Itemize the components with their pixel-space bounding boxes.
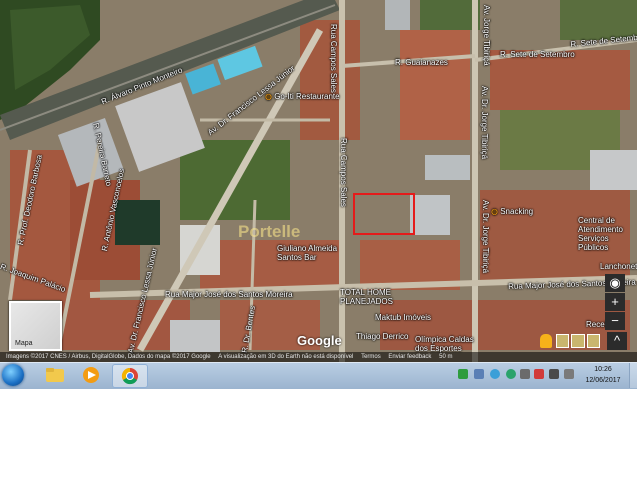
- street-sete-setembro-a: R. Sete de Setembro: [500, 50, 575, 59]
- system-clock[interactable]: 10:26 12/06/2017: [580, 364, 626, 386]
- watermark-logo: Portelle: [238, 222, 301, 241]
- compass-icon: ◉: [609, 275, 621, 290]
- start-button[interactable]: [2, 364, 24, 386]
- screen: { "map": { "streets": { "alvaro_pinto": …: [0, 0, 640, 480]
- tray-icon-2[interactable]: [474, 369, 484, 379]
- restaurant-icon: ◍: [265, 92, 275, 101]
- street-jorge-tibirica-mid: Av. Dr. Jorge Tibiriçá: [480, 86, 489, 160]
- windows-explorer-button[interactable]: [38, 364, 72, 386]
- expand-control-button[interactable]: ^: [607, 332, 627, 350]
- tray-icon-4[interactable]: [506, 369, 516, 379]
- selected-lot-outline: [353, 193, 415, 235]
- zoom-out-button[interactable]: −: [605, 312, 625, 330]
- poi-olimpica[interactable]: Olímpica Caldas dos Esportes: [415, 335, 475, 353]
- tray-icon-3[interactable]: [490, 369, 500, 379]
- poi-lanchonete-label: Lanchonete: [600, 262, 637, 271]
- attribution-bar: Imagens ©2017 CNES / Airbus, DigitalGlob…: [0, 352, 637, 362]
- pegman-icon[interactable]: [540, 334, 552, 348]
- scale-label: 50 m: [439, 354, 453, 360]
- tray-icon-1[interactable]: [458, 369, 468, 379]
- street-guaianazes: R. Guaianazes: [395, 58, 448, 67]
- feedback-link[interactable]: Enviar feedback: [388, 354, 431, 360]
- food-icon: ◍: [491, 207, 501, 216]
- poi-maktub-label: Maktub Imóveis: [375, 313, 432, 322]
- folder-icon: [46, 368, 64, 382]
- street-campos-sales-mid: Rua Campos Sales: [339, 138, 348, 207]
- earth-notice: A visualização em 3D do Earth não está d…: [218, 354, 354, 360]
- poi-total-home[interactable]: TOTAL HOME PLANEJADOS: [340, 288, 400, 306]
- poi-thiago[interactable]: Thiago Derrico: [356, 332, 408, 341]
- poi-giuliano-bar[interactable]: Giuliano Almeida Santos Bar: [277, 244, 355, 262]
- map-type-label: Mapa: [15, 340, 33, 347]
- tray-icon-6[interactable]: [534, 369, 544, 379]
- terms-link[interactable]: Termos: [361, 354, 381, 360]
- imagery-strip[interactable]: [556, 334, 600, 348]
- satellite-map[interactable]: Portelle R. Álvaro Pinto Monteiro Av. Dr…: [0, 0, 637, 362]
- poi-snacking-label: Snacking: [500, 207, 534, 216]
- zoom-in-button[interactable]: +: [605, 293, 625, 311]
- google-logo: Google: [297, 333, 342, 348]
- imagery-thumb-3[interactable]: [586, 334, 600, 348]
- poi-thiago-label: Thiago Derrico: [356, 332, 409, 341]
- media-player-button[interactable]: [74, 364, 108, 386]
- map-type-thumbnail[interactable]: Mapa: [9, 301, 62, 351]
- imagery-thumb-2[interactable]: [571, 334, 585, 348]
- chrome-icon: [121, 367, 138, 385]
- street-major-jose-left: Rua Major José dos Santos Moreira: [165, 290, 293, 299]
- poi-lanchonete[interactable]: Lanchonete: [600, 262, 637, 271]
- poi-goiti-restaurant[interactable]: ◍ Go-Iti Restaurante: [265, 92, 340, 101]
- poi-giuliano-label: Giuliano Almeida Santos Bar: [277, 244, 338, 262]
- street-campos-sales-top: Rua Campos Sales: [329, 24, 338, 93]
- tray-icon-8[interactable]: [564, 369, 574, 379]
- street-jorge-tibirica-low: Av. Dr. Jorge Tibiriçá: [481, 200, 490, 274]
- show-desktop-button[interactable]: [629, 363, 638, 388]
- poi-maktub[interactable]: Maktub Imóveis: [375, 313, 431, 322]
- poi-olimpica-label: Olímpica Caldas dos Esportes: [415, 335, 474, 353]
- clock-time: 10:26: [594, 366, 612, 373]
- poi-total-home-label: TOTAL HOME PLANEJADOS: [340, 288, 393, 306]
- compass-button[interactable]: ◉: [605, 274, 625, 292]
- poi-snacking[interactable]: ◍ Snacking: [491, 207, 533, 216]
- imagery-credit: Imagens ©2017 CNES / Airbus, DigitalGlob…: [6, 354, 211, 360]
- tray-icon-7[interactable]: [549, 369, 559, 379]
- media-player-icon: [83, 367, 99, 383]
- tray-icon-5[interactable]: [520, 369, 530, 379]
- chrome-button[interactable]: [112, 364, 148, 388]
- poi-central-label: Central de Atendimento Serviços Públicos: [578, 216, 623, 252]
- imagery-thumb-1[interactable]: [556, 334, 570, 348]
- poi-central-atendimento[interactable]: Central de Atendimento Serviços Públicos: [578, 216, 637, 252]
- clock-date: 12/06/2017: [585, 377, 621, 384]
- poi-goiti-label: Go-Iti Restaurante: [274, 92, 340, 101]
- street-jorge-tibirica-top: Av. Jorge Tibiriçá: [482, 5, 491, 66]
